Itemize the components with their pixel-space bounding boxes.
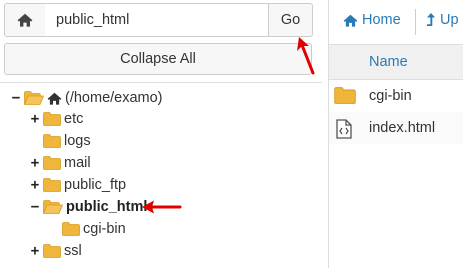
expand-toggle[interactable]: + [29, 153, 41, 173]
tree-item-label: cgi-bin [83, 221, 126, 237]
tree-item-label: mail [64, 155, 91, 171]
tree-item-ssl[interactable]: + ssl [29, 241, 82, 261]
file-row-index-html[interactable]: index.html [329, 112, 463, 144]
tree-item-public-html[interactable]: − public_html [29, 197, 148, 217]
tree-root-label: (/home/examo) [65, 90, 163, 106]
home-icon [17, 13, 33, 27]
tree-item-label: etc [64, 111, 84, 127]
expand-toggle[interactable]: + [29, 175, 41, 195]
tree-item-etc[interactable]: + etc [29, 109, 84, 129]
toolbar-home-label: Home [362, 12, 401, 28]
file-toolbar: Home Up [329, 0, 463, 43]
folder-icon [43, 244, 61, 258]
tree-divider [0, 82, 322, 83]
file-list-pane: Home Up Name cgi-bin index.html [328, 0, 463, 268]
annotation-arrow-up [290, 36, 320, 76]
toolbar-home-button[interactable]: Home [343, 12, 401, 28]
level-up-icon [427, 13, 435, 26]
collapse-toggle[interactable]: − [29, 197, 41, 217]
file-row-cgi-bin[interactable]: cgi-bin [329, 80, 463, 112]
folder-icon [43, 156, 61, 170]
tree-item-label: logs [64, 133, 91, 149]
file-name: cgi-bin [369, 88, 412, 104]
tree-item-cgi-bin[interactable]: cgi-bin [48, 219, 126, 239]
annotation-arrow-left [140, 199, 182, 215]
folder-open-icon [24, 91, 44, 105]
folder-icon [62, 222, 80, 236]
tree-item-mail[interactable]: + mail [29, 153, 91, 173]
tree-root[interactable]: − (/home/examo) [10, 88, 163, 108]
home-icon [47, 92, 62, 105]
name-column-header[interactable]: Name [369, 54, 408, 70]
tree-item-label: public_html [66, 199, 148, 215]
file-list-header: Name [329, 44, 463, 80]
folder-icon [43, 112, 61, 126]
folder-icon [43, 178, 61, 192]
collapse-all-button[interactable]: Collapse All [4, 43, 312, 75]
code-file-icon [334, 119, 352, 139]
tree-item-public-ftp[interactable]: + public_ftp [29, 175, 126, 195]
tree-item-logs[interactable]: logs [29, 131, 91, 151]
expand-toggle[interactable]: + [29, 109, 41, 129]
go-button[interactable]: Go [268, 3, 313, 37]
tree-item-label: public_ftp [64, 177, 127, 193]
path-input[interactable] [45, 3, 269, 37]
home-icon [343, 14, 358, 27]
folder-icon [43, 134, 61, 148]
expand-toggle[interactable]: + [29, 241, 41, 261]
file-name: index.html [369, 120, 436, 136]
collapse-toggle[interactable]: − [10, 88, 22, 108]
tree-item-label: ssl [64, 243, 82, 259]
toolbar-up-button[interactable]: Up [426, 12, 459, 28]
directory-tree-pane: Go Collapse All − (/home/examo) + etc lo… [0, 0, 322, 268]
folder-icon [334, 87, 356, 104]
home-directory-button[interactable] [4, 3, 46, 37]
folder-open-icon [43, 200, 63, 214]
toolbar-up-label: Up [440, 12, 459, 28]
toolbar-separator [415, 9, 416, 35]
